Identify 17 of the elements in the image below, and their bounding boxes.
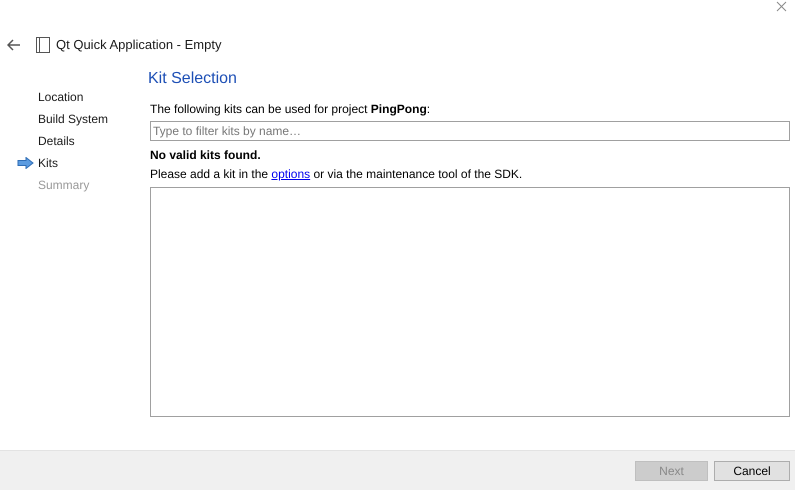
close-icon[interactable] (776, 1, 787, 12)
filter-field[interactable]: Type to filter kits by name… (150, 121, 790, 141)
back-arrow-icon[interactable] (7, 39, 21, 51)
options-link[interactable]: options (271, 167, 310, 181)
step-item: Kits (0, 152, 150, 174)
step-item: Details (37, 133, 76, 150)
dialog-button[interactable]: Cancel (714, 460, 790, 480)
warning-text: No valid kits found. (150, 147, 262, 164)
page-heading: Kit Selection (148, 69, 238, 89)
window-title: Qt Quick Application - Empty (56, 36, 222, 54)
intro-text: The following kits can be used for project PingPong: (150, 101, 432, 118)
step-item: Location (37, 89, 84, 106)
step-item: Summary (37, 177, 90, 194)
arrow-icon (17, 157, 34, 169)
page-icon (36, 37, 50, 53)
step-item: Build System (37, 111, 110, 128)
hint-text: Please add a kit in the options or via the maintenance tool of the SDK. (150, 166, 524, 183)
